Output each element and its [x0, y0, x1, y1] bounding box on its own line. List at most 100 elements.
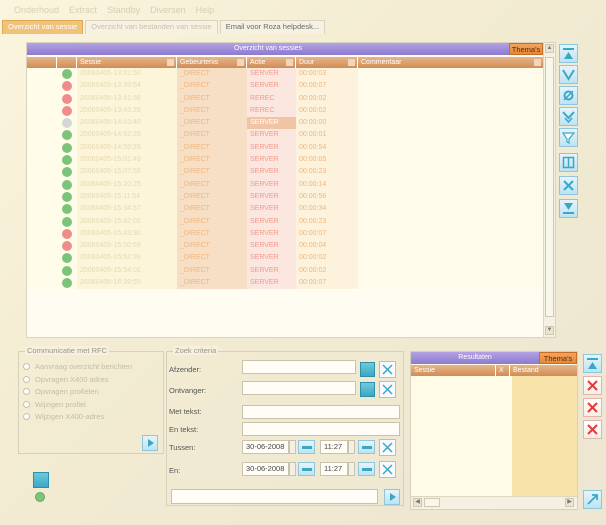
results-hscrollbar[interactable]: ◀ ▶ — [411, 496, 577, 509]
filter-down-button[interactable] — [559, 107, 578, 126]
search-footer-field[interactable] — [171, 489, 378, 504]
tab-overzicht-bestanden[interactable]: Overzicht van bestanden van sessie — [85, 20, 218, 34]
en-tekst-field[interactable] — [242, 422, 400, 436]
afzender-select-button[interactable] — [360, 362, 375, 377]
clear-filter-button[interactable] — [559, 128, 578, 147]
connection-button[interactable] — [33, 472, 49, 488]
table-row[interactable]: 20060405-15:50:59 _DIRECT SERVER 00:00:04 — [27, 240, 543, 253]
scroll-thumb[interactable] — [545, 57, 554, 317]
table-row[interactable]: 20060405-15:42:01 _DIRECT SERVER 00:00:23 — [27, 215, 543, 228]
table-row[interactable]: 20060405-15:07:55 _DIRECT SERVER 00:00:23 — [27, 166, 543, 179]
search-execute-button[interactable] — [384, 489, 400, 505]
table-row[interactable]: 20060405-14:43:40 _DIRECT SERVER 00:00:00 — [27, 117, 543, 130]
column-header-status[interactable] — [57, 57, 77, 68]
ontvanger-select-button[interactable] — [360, 382, 375, 397]
tab-overzicht-sessie[interactable]: Overzicht van sessie — [2, 20, 84, 34]
results-delete-button[interactable] — [583, 398, 602, 417]
radio-icon[interactable] — [23, 363, 30, 370]
table-row[interactable]: 20060405-15:43:30 _DIRECT SERVER 00:00:07 — [27, 227, 543, 241]
tussen-time-field[interactable]: 11:27 — [320, 440, 348, 454]
scroll-left-icon[interactable]: ◀ — [413, 498, 422, 507]
column-header-sessie[interactable]: Sessie — [77, 57, 177, 68]
tussen-time-button[interactable] — [358, 440, 375, 454]
column-header-actie[interactable]: Actie — [247, 57, 296, 68]
afzender-clear-button[interactable] — [379, 361, 396, 378]
results-go-top-button[interactable] — [583, 354, 602, 373]
delete-button[interactable] — [559, 176, 578, 195]
table-row[interactable]: 20060405-15:54:01 _DIRECT SERVER 00:00:02 — [27, 264, 543, 278]
en-time-button[interactable] — [358, 462, 375, 476]
rfc-option[interactable]: Wijzigen X400-adres — [23, 411, 132, 422]
column-header-commentaar[interactable]: Commentaar — [358, 57, 543, 68]
sort-icon[interactable] — [534, 59, 541, 66]
en-clear-button[interactable] — [379, 461, 396, 478]
radio-icon[interactable] — [23, 413, 30, 420]
filter-button[interactable] — [559, 65, 578, 84]
rfc-option[interactable]: Aanvraag overzicht berichten — [23, 361, 132, 372]
radio-icon[interactable] — [23, 400, 30, 408]
met-tekst-field[interactable] — [242, 405, 400, 419]
column-header-duur[interactable]: Duur — [296, 57, 358, 68]
tussen-date-button[interactable] — [298, 440, 315, 454]
radio-icon[interactable] — [23, 375, 30, 383]
table-row[interactable]: 20060405-15:10:25 _DIRECT SERVER 00:00:14 — [27, 178, 543, 191]
results-export-button[interactable] — [583, 490, 602, 509]
scroll-thumb[interactable] — [424, 498, 440, 507]
columns-button[interactable] — [559, 153, 578, 172]
table-row[interactable]: 20060405-13:43:26 _DIRECT REREC 00:00:02 — [27, 104, 543, 118]
table-row[interactable]: 20060405-14:59:25 _DIRECT SERVER 00:00:54 — [27, 141, 543, 155]
en-date-spinner[interactable] — [289, 462, 296, 476]
results-column-x[interactable]: X — [496, 365, 510, 376]
rfc-option[interactable]: Opvragen X400 adres — [23, 374, 132, 385]
table-row[interactable]: 20060405-14:52:39 _DIRECT SERVER 00:00:01 — [27, 129, 543, 142]
results-column-sessie[interactable]: Sessie — [411, 365, 496, 376]
table-row[interactable]: 20060405-13:41:56 _DIRECT REREC 00:00:02 — [27, 92, 543, 105]
table-row[interactable]: 20060405-13:31:50 _DIRECT SERVER 00:00:03 — [27, 68, 543, 81]
en-date-button[interactable] — [298, 462, 315, 476]
en-date-field[interactable]: 30-06-2008 — [242, 462, 289, 476]
ontvanger-field[interactable] — [242, 381, 356, 395]
scroll-up-icon[interactable]: ▲ — [545, 44, 554, 53]
sort-icon[interactable] — [167, 59, 174, 66]
scroll-right-icon[interactable]: ▶ — [565, 498, 574, 507]
rfc-option[interactable]: Opvragen profielen — [23, 386, 132, 397]
table-row[interactable]: 20060405-15:52:39 _DIRECT SERVER 00:00:02 — [27, 252, 543, 265]
results-delete-button[interactable] — [583, 420, 602, 439]
sessions-scrollbar[interactable]: ▲ ▼ — [543, 43, 555, 337]
table-row[interactable]: 20060405-15:11:54 _DIRECT SERVER 00:00:56 — [27, 190, 543, 204]
table-row[interactable]: 20060405-15:34:57 _DIRECT SERVER 00:00:34 — [27, 203, 543, 216]
refresh-filter-button[interactable] — [559, 86, 578, 105]
radio-icon[interactable] — [23, 388, 30, 395]
themas-button[interactable]: Thema's — [509, 43, 543, 55]
tussen-date-field[interactable]: 30-06-2008 — [242, 440, 289, 454]
menu-item-extract[interactable]: Extract — [69, 5, 97, 15]
results-column-bestand[interactable]: Bestand — [510, 365, 577, 376]
table-row[interactable]: 20060405-16:39:55 _DIRECT SERVER 00:00:07 — [27, 277, 543, 290]
results-delete-button[interactable] — [583, 376, 602, 395]
row-status — [57, 203, 77, 216]
menu-item-diversen[interactable]: Diversen — [150, 5, 186, 15]
sort-icon[interactable] — [286, 59, 293, 66]
rfc-execute-button[interactable] — [142, 435, 158, 451]
go-bottom-button[interactable] — [559, 199, 578, 218]
tussen-date-spinner[interactable] — [289, 440, 296, 454]
results-themas-button[interactable]: Thema's — [539, 352, 577, 364]
column-header-gebeurtenis[interactable]: Gebeurtenis — [177, 57, 247, 68]
menu-item-standby[interactable]: Standby — [107, 5, 140, 15]
tab-email-helpdesk[interactable]: Email voor Roza helpdesk... — [219, 20, 326, 34]
scroll-down-icon[interactable]: ▼ — [545, 326, 554, 335]
rfc-option[interactable]: Wijzigen profiel — [23, 399, 132, 410]
table-row[interactable]: 20060405-13:39:54 _DIRECT SERVER 00:00:07 — [27, 80, 543, 93]
menu-item-help[interactable]: Help — [196, 5, 215, 15]
ontvanger-clear-button[interactable] — [379, 381, 396, 398]
tussen-time-spinner[interactable] — [348, 440, 355, 454]
sort-icon[interactable] — [348, 59, 355, 66]
table-row[interactable]: 20060405-15:01:49 _DIRECT SERVER 00:00:05 — [27, 154, 543, 167]
en-time-spinner[interactable] — [348, 462, 355, 476]
afzender-field[interactable] — [242, 360, 356, 374]
sort-icon[interactable] — [237, 59, 244, 66]
en-time-field[interactable]: 11:27 — [320, 462, 348, 476]
menu-item-onderhoud[interactable]: Onderhoud — [14, 5, 59, 15]
go-top-button[interactable] — [559, 44, 578, 63]
tussen-clear-button[interactable] — [379, 439, 396, 456]
